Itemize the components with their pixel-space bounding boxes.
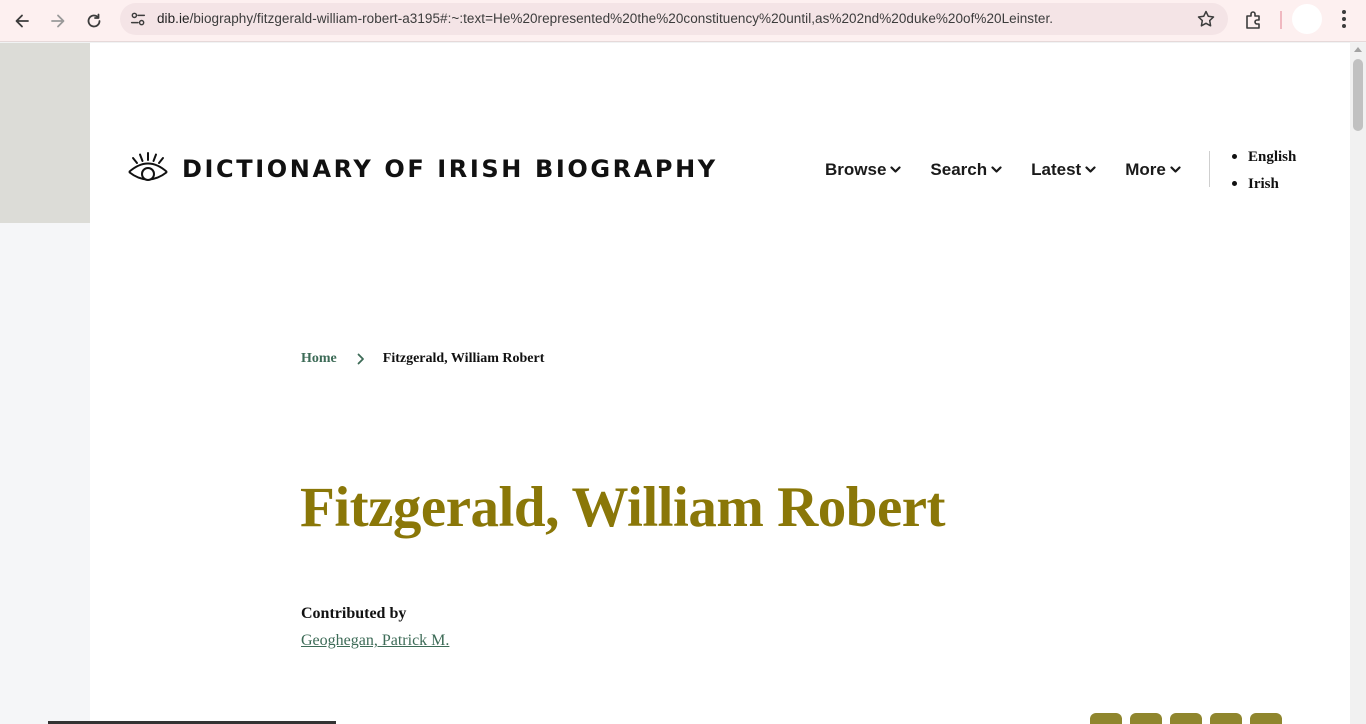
nav-browse[interactable]: Browse — [825, 160, 902, 180]
nav-search[interactable]: Search — [930, 160, 1002, 180]
reload-button[interactable] — [80, 7, 108, 35]
breadcrumb-home-link[interactable]: Home — [301, 351, 337, 367]
back-button[interactable] — [8, 7, 36, 35]
scrollbar-thumb[interactable] — [1353, 59, 1363, 131]
url-path: /biography/fitzgerald-william-robert-a31… — [189, 11, 1054, 26]
share-buttons — [1090, 713, 1282, 724]
language-english[interactable]: English — [1231, 147, 1296, 174]
address-bar[interactable]: dib.ie/biography/fitzgerald-william-robe… — [120, 3, 1228, 35]
site-title: DICTIONARY OF IRISH BIOGRAPHY — [182, 155, 718, 183]
main-navigation: Browse Search Latest More — [825, 160, 1210, 180]
nav-latest[interactable]: Latest — [1031, 160, 1096, 180]
share-email-icon[interactable] — [1170, 713, 1202, 724]
nav-divider — [1209, 151, 1210, 187]
main-content: DICTIONARY OF IRISH BIOGRAPHY Browse Sea… — [90, 43, 1350, 724]
share-print-icon[interactable] — [1210, 713, 1242, 724]
site-info-icon[interactable] — [128, 9, 148, 29]
page-title: Fitzgerald, William Robert — [300, 476, 946, 539]
nav-more-label: More — [1125, 160, 1166, 179]
nav-search-label: Search — [930, 160, 988, 179]
toolbar-divider — [1280, 11, 1282, 29]
share-twitter-icon[interactable] — [1090, 713, 1122, 724]
nav-more[interactable]: More — [1125, 160, 1181, 180]
forward-button[interactable] — [44, 7, 72, 35]
chevron-down-icon — [1170, 166, 1181, 173]
chevron-right-icon — [357, 353, 364, 365]
page-scrollbar[interactable] — [1350, 43, 1366, 724]
chevron-down-icon — [890, 166, 902, 173]
forward-arrow-icon — [51, 14, 65, 28]
contributor-link[interactable]: Geoghegan, Patrick M. — [301, 632, 449, 650]
contributed-by-label: Contributed by — [301, 605, 407, 622]
browser-toolbar: dib.ie/biography/fitzgerald-william-robe… — [0, 0, 1366, 42]
page-viewport: DICTIONARY OF IRISH BIOGRAPHY Browse Sea… — [0, 43, 1350, 724]
share-facebook-icon[interactable] — [1130, 713, 1162, 724]
chevron-down-icon — [1085, 166, 1096, 173]
url-text: dib.ie/biography/fitzgerald-william-robe… — [157, 11, 1053, 26]
site-logo[interactable]: DICTIONARY OF IRISH BIOGRAPHY — [126, 151, 718, 187]
back-arrow-icon — [15, 14, 29, 28]
language-irish[interactable]: Irish — [1231, 174, 1296, 201]
nav-latest-label: Latest — [1031, 160, 1082, 179]
reload-icon — [87, 13, 101, 28]
scroll-up-arrow-icon[interactable] — [1354, 47, 1362, 52]
eye-logo-icon — [128, 152, 168, 181]
share-download-icon[interactable] — [1250, 713, 1282, 724]
bookmark-star-icon[interactable] — [1196, 9, 1216, 29]
url-host: dib.ie — [157, 11, 190, 26]
profile-avatar[interactable] — [1292, 4, 1322, 34]
extensions-icon[interactable] — [1242, 8, 1266, 32]
language-switcher: English Irish — [1231, 147, 1296, 201]
breadcrumb-current: Fitzgerald, William Robert — [382, 351, 545, 366]
breadcrumb: Home Fitzgerald, William Robert — [301, 351, 544, 367]
browser-menu-button[interactable] — [1334, 8, 1354, 30]
chevron-down-icon — [991, 166, 1002, 173]
nav-browse-label: Browse — [825, 160, 887, 179]
left-gray-panel — [0, 43, 90, 223]
